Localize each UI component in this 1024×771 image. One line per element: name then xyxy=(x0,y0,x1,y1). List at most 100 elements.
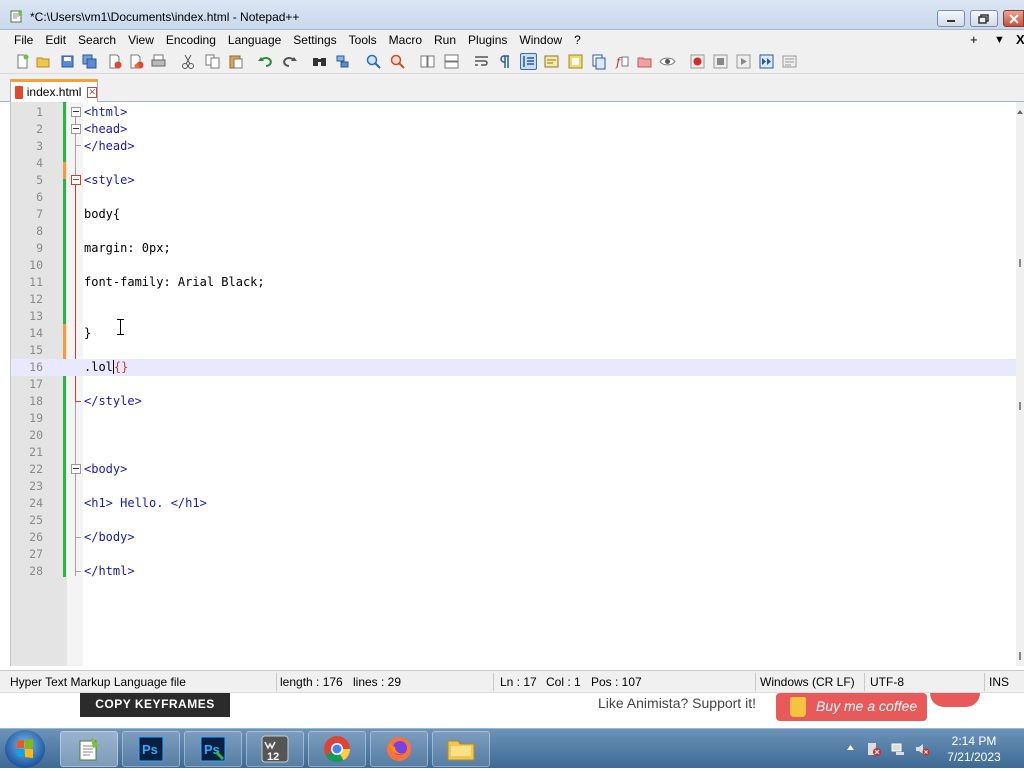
monitoring-button[interactable] xyxy=(659,53,676,70)
editor-line[interactable]: 25 xyxy=(11,512,1017,529)
vertical-scrollbar[interactable] xyxy=(1016,102,1024,666)
replace-button[interactable] xyxy=(334,53,351,70)
save-all-button[interactable] xyxy=(81,53,98,70)
taskbar-chrome[interactable] xyxy=(308,731,366,767)
editor-line[interactable]: 10 xyxy=(11,257,1017,274)
editor-line[interactable]: 5 <style> xyxy=(11,172,1017,189)
fold-toggle-icon[interactable] xyxy=(71,464,81,474)
cut-button[interactable] xyxy=(180,53,197,70)
taskbar-workbench[interactable]: 12 xyxy=(246,731,304,767)
editor-line[interactable]: 2 <head> xyxy=(11,121,1017,138)
editor-line[interactable]: 19 xyxy=(11,410,1017,427)
show-hidden-icons-icon[interactable] xyxy=(846,743,855,752)
menu-window[interactable]: Window xyxy=(513,30,568,50)
copy-button[interactable] xyxy=(204,53,221,70)
editor-line[interactable]: 6 xyxy=(11,189,1017,206)
indent-guide-button[interactable] xyxy=(520,53,537,70)
maximize-button[interactable] xyxy=(970,10,998,27)
taskbar-notepad-plus-plus[interactable] xyxy=(60,731,118,767)
editor-line[interactable]: 3 </head> xyxy=(11,138,1017,155)
editor-line[interactable]: 13 xyxy=(11,308,1017,325)
sync-vertical-button[interactable] xyxy=(419,53,436,70)
record-macro-button[interactable] xyxy=(689,53,706,70)
run-macro-multiple-button[interactable] xyxy=(758,53,775,70)
fold-toggle-icon[interactable] xyxy=(71,124,81,134)
zoom-out-button[interactable] xyxy=(389,53,406,70)
new-file-button[interactable] xyxy=(14,53,31,70)
editor-line[interactable]: 18 </style> xyxy=(11,393,1017,410)
find-button[interactable] xyxy=(311,53,328,70)
status-eol[interactable]: Windows (CR LF) xyxy=(760,675,855,689)
tab-index-html[interactable]: index.html ✕ xyxy=(10,79,98,102)
menu-settings[interactable]: Settings xyxy=(287,30,342,50)
save-macro-button[interactable] xyxy=(781,53,798,70)
editor-line[interactable]: 26 </body> xyxy=(11,529,1017,546)
taskbar-firefox[interactable] xyxy=(370,731,428,767)
document-map-button[interactable] xyxy=(567,53,584,70)
tab-list-button[interactable]: ▼ xyxy=(994,30,1005,50)
close-tab-button[interactable]: X xyxy=(1016,30,1024,50)
status-encoding[interactable]: UTF-8 xyxy=(870,675,904,689)
copy-keyframes-button[interactable]: COPY KEYFRAMES xyxy=(80,693,230,717)
editor-line[interactable]: 23 xyxy=(11,478,1017,495)
code-editor[interactable]: 1 <html> 2 <head> 3 </head> 4 5 <style> 6 7 body{8 9… xyxy=(10,102,1017,666)
editor-line[interactable]: 9 margin: 0px; xyxy=(11,240,1017,257)
open-file-button[interactable] xyxy=(35,53,52,70)
word-wrap-button[interactable] xyxy=(473,53,490,70)
editor-line[interactable]: 7 body{ xyxy=(11,206,1017,223)
redo-button[interactable] xyxy=(281,53,298,70)
network-icon[interactable] xyxy=(890,741,906,757)
menu-run[interactable]: Run xyxy=(428,30,462,50)
function-list-button[interactable]: f xyxy=(613,53,630,70)
new-tab-plus-button[interactable]: + xyxy=(970,30,978,50)
paste-button[interactable] xyxy=(227,53,244,70)
zoom-in-button[interactable] xyxy=(365,53,382,70)
fold-toggle-icon[interactable] xyxy=(71,107,81,117)
editor-line[interactable]: 14} xyxy=(11,325,1017,342)
editor-line[interactable]: 21 xyxy=(11,444,1017,461)
stop-macro-button[interactable] xyxy=(712,53,729,70)
show-all-characters-button[interactable] xyxy=(497,53,514,70)
editor-line[interactable]: 4 xyxy=(11,155,1017,172)
save-button[interactable] xyxy=(59,53,76,70)
play-macro-button[interactable] xyxy=(735,53,752,70)
editor-line[interactable]: 17 xyxy=(11,376,1017,393)
menu-search[interactable]: Search xyxy=(72,30,122,50)
menu-view[interactable]: View xyxy=(122,30,160,50)
taskbar-file-explorer[interactable] xyxy=(432,731,490,767)
close-file-button[interactable] xyxy=(106,53,123,70)
menu-encoding[interactable]: Encoding xyxy=(160,30,222,50)
system-clock[interactable]: 2:14 PM 7/21/2023 xyxy=(942,733,1006,765)
tab-close-icon[interactable]: ✕ xyxy=(87,86,97,98)
document-list-button[interactable] xyxy=(590,53,607,70)
editor-line[interactable]: 1 <html> xyxy=(11,104,1017,121)
start-button[interactable] xyxy=(5,730,45,768)
editor-line[interactable]: 27 xyxy=(11,546,1017,563)
menu-language[interactable]: Language xyxy=(222,30,287,50)
editor-line[interactable]: 11 font-family: Arial Black; xyxy=(11,274,1017,291)
status-insert-mode[interactable]: INS xyxy=(989,675,1009,689)
editor-line[interactable]: 22 <body> xyxy=(11,461,1017,478)
close-all-button[interactable] xyxy=(128,53,145,70)
sync-horizontal-button[interactable] xyxy=(443,53,460,70)
menu-edit[interactable]: Edit xyxy=(39,30,72,50)
close-button[interactable] xyxy=(1003,10,1024,27)
minimize-button[interactable] xyxy=(937,10,965,27)
taskbar-photoshop[interactable]: Ps xyxy=(122,731,180,767)
user-defined-language-button[interactable] xyxy=(543,53,560,70)
editor-line[interactable]: 15 xyxy=(11,342,1017,359)
undo-button[interactable] xyxy=(257,53,274,70)
editor-line[interactable]: 16 .lol{} xyxy=(11,359,1017,376)
menu-help[interactable]: ? xyxy=(568,30,587,50)
menu-tools[interactable]: Tools xyxy=(343,30,383,50)
fold-toggle-icon[interactable] xyxy=(71,175,81,185)
print-button[interactable] xyxy=(150,53,167,70)
taskbar-photoshop-2[interactable]: Ps xyxy=(184,731,242,767)
buy-me-a-coffee-button[interactable]: Buy me a coffee xyxy=(776,693,927,721)
menu-file[interactable]: File xyxy=(8,30,39,50)
action-center-icon[interactable] xyxy=(866,741,882,757)
editor-line[interactable]: 12 xyxy=(11,291,1017,308)
folder-as-workspace-button[interactable] xyxy=(636,53,653,70)
editor-line[interactable]: 8 xyxy=(11,223,1017,240)
editor-line[interactable]: 28 </html> xyxy=(11,563,1017,580)
